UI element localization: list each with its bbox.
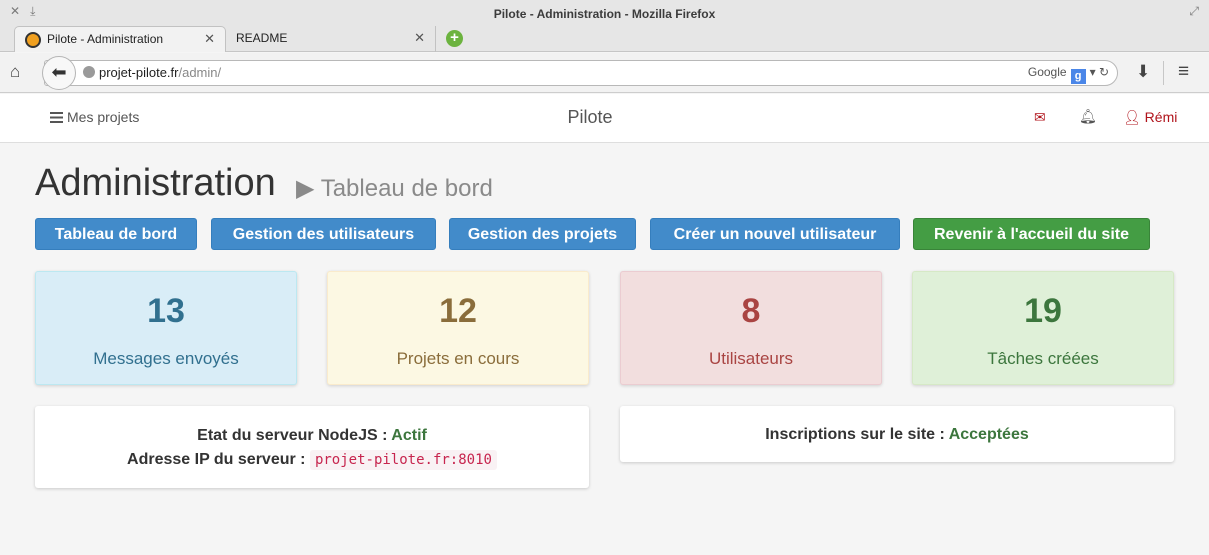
tab-close-icon[interactable]: ✕: [204, 31, 215, 47]
page-subtitle-text: Tableau de bord: [320, 175, 493, 202]
tab-readme[interactable]: README ✕: [228, 26, 436, 52]
page-title: Administration: [35, 162, 276, 204]
stat-label: Utilisateurs: [708, 349, 794, 368]
window-minimize-icon[interactable]: ⤓: [30, 4, 35, 18]
back-arrow-icon: ⬅: [51, 62, 67, 82]
stat-label: Messages envoyés: [93, 349, 239, 368]
server-status-label: Etat du serveur NodeJS :: [197, 427, 388, 444]
url-host: projet-pilote.fr: [99, 65, 179, 80]
dropdown-icon[interactable]: ▾: [1090, 65, 1096, 79]
search-engine[interactable]: Google g ▾ ↻: [1028, 65, 1109, 84]
home-icon[interactable]: ⌂: [10, 62, 20, 82]
back-to-site-button[interactable]: Revenir à l'accueil du site: [913, 218, 1150, 250]
server-ip-value: projet-pilote.fr:8010: [309, 450, 497, 470]
stat-value: 12: [439, 292, 477, 330]
window-controls[interactable]: ✕ ⤓: [10, 4, 45, 19]
stat-tasks: 19 Tâches créées: [912, 271, 1174, 385]
user-name: Rémi: [1144, 109, 1178, 125]
user-menu[interactable]: 👤︎ Rémi: [1123, 109, 1177, 126]
site-brand[interactable]: Pilote: [0, 107, 1180, 128]
registration-value: Acceptées: [948, 426, 1029, 443]
stat-label: Projets en cours: [396, 349, 520, 368]
site-identity-icon[interactable]: [83, 66, 95, 78]
window-title: Pilote - Administration - Mozilla Firefo…: [493, 7, 716, 21]
window-close-icon[interactable]: ✕: [10, 4, 20, 18]
url-bar[interactable]: projet-pilote.fr/admin/ Google g ▾ ↻: [44, 60, 1118, 86]
new-tab-icon[interactable]: +: [446, 30, 463, 47]
window-maximize-icon[interactable]: ⤢: [1189, 4, 1199, 19]
server-status-value: Actif: [391, 427, 427, 444]
stat-value: 19: [1024, 292, 1062, 330]
site-navbar: Mes projets Pilote ✉ 🔔︎ 👤︎ Rémi: [0, 94, 1209, 143]
download-icon[interactable]: ⬇: [1136, 62, 1150, 82]
user-icon: 👤︎: [1123, 109, 1141, 125]
stat-projects: 12 Projets en cours: [327, 271, 589, 385]
tab-label: README: [236, 31, 288, 45]
url-text[interactable]: projet-pilote.fr/admin/: [99, 65, 221, 80]
envelope-icon[interactable]: ✉: [1034, 109, 1046, 126]
stat-value: 8: [741, 292, 761, 330]
reload-icon[interactable]: ↻: [1099, 65, 1109, 79]
page-subtitle: ▶ Tableau de bord: [296, 174, 493, 203]
stat-messages: 13 Messages envoyés: [35, 271, 297, 385]
navigation-toolbar: ⌂ projet-pilote.fr/admin/ Google g ▾ ↻ ⬅ ⬇…: [0, 53, 1209, 93]
toolbar-separator: [1163, 61, 1164, 85]
pilote-favicon-icon: [25, 32, 41, 48]
bell-icon[interactable]: 🔔︎: [1079, 108, 1097, 125]
search-engine-label: Google: [1027, 65, 1067, 79]
stat-users: 8 Utilisateurs: [620, 271, 882, 385]
tab-bar: Pilote - Administration ✕ README ✕ +: [0, 26, 1209, 52]
stat-label: Tâches créées: [987, 349, 1099, 368]
google-icon: g: [1070, 69, 1086, 84]
server-ip: Adresse IP du serveur : projet-pilote.fr…: [35, 448, 589, 472]
manage-projects-button[interactable]: Gestion des projets: [449, 218, 636, 250]
manage-users-button[interactable]: Gestion des utilisateurs: [211, 218, 436, 250]
url-path: /admin/: [178, 65, 222, 80]
tab-pilote-administration[interactable]: Pilote - Administration ✕: [14, 26, 226, 52]
tab-label: Pilote - Administration: [47, 32, 164, 46]
registration-label: Inscriptions sur le site :: [765, 426, 945, 443]
stat-value: 13: [147, 292, 185, 330]
create-user-button[interactable]: Créer un nouvel utilisateur: [650, 218, 900, 250]
dashboard-button[interactable]: Tableau de bord: [35, 218, 197, 250]
server-ip-label: Adresse IP du serveur :: [127, 451, 306, 468]
hamburger-menu-icon[interactable]: ≡: [1178, 61, 1189, 83]
server-status: Etat du serveur NodeJS : Actif: [35, 424, 589, 448]
registration-panel: Inscriptions sur le site : Acceptées: [620, 406, 1174, 462]
page-content: Mes projets Pilote ✉ 🔔︎ 👤︎ Rémi Administ…: [0, 94, 1209, 555]
back-button[interactable]: ⬅: [42, 56, 76, 90]
tab-close-icon[interactable]: ✕: [414, 30, 425, 46]
window-titlebar: ✕ ⤓ Pilote - Administration - Mozilla Fir…: [0, 0, 1209, 26]
server-info-panel: Etat du serveur NodeJS : Actif Adresse I…: [35, 406, 589, 488]
play-icon: ▶: [296, 175, 315, 202]
